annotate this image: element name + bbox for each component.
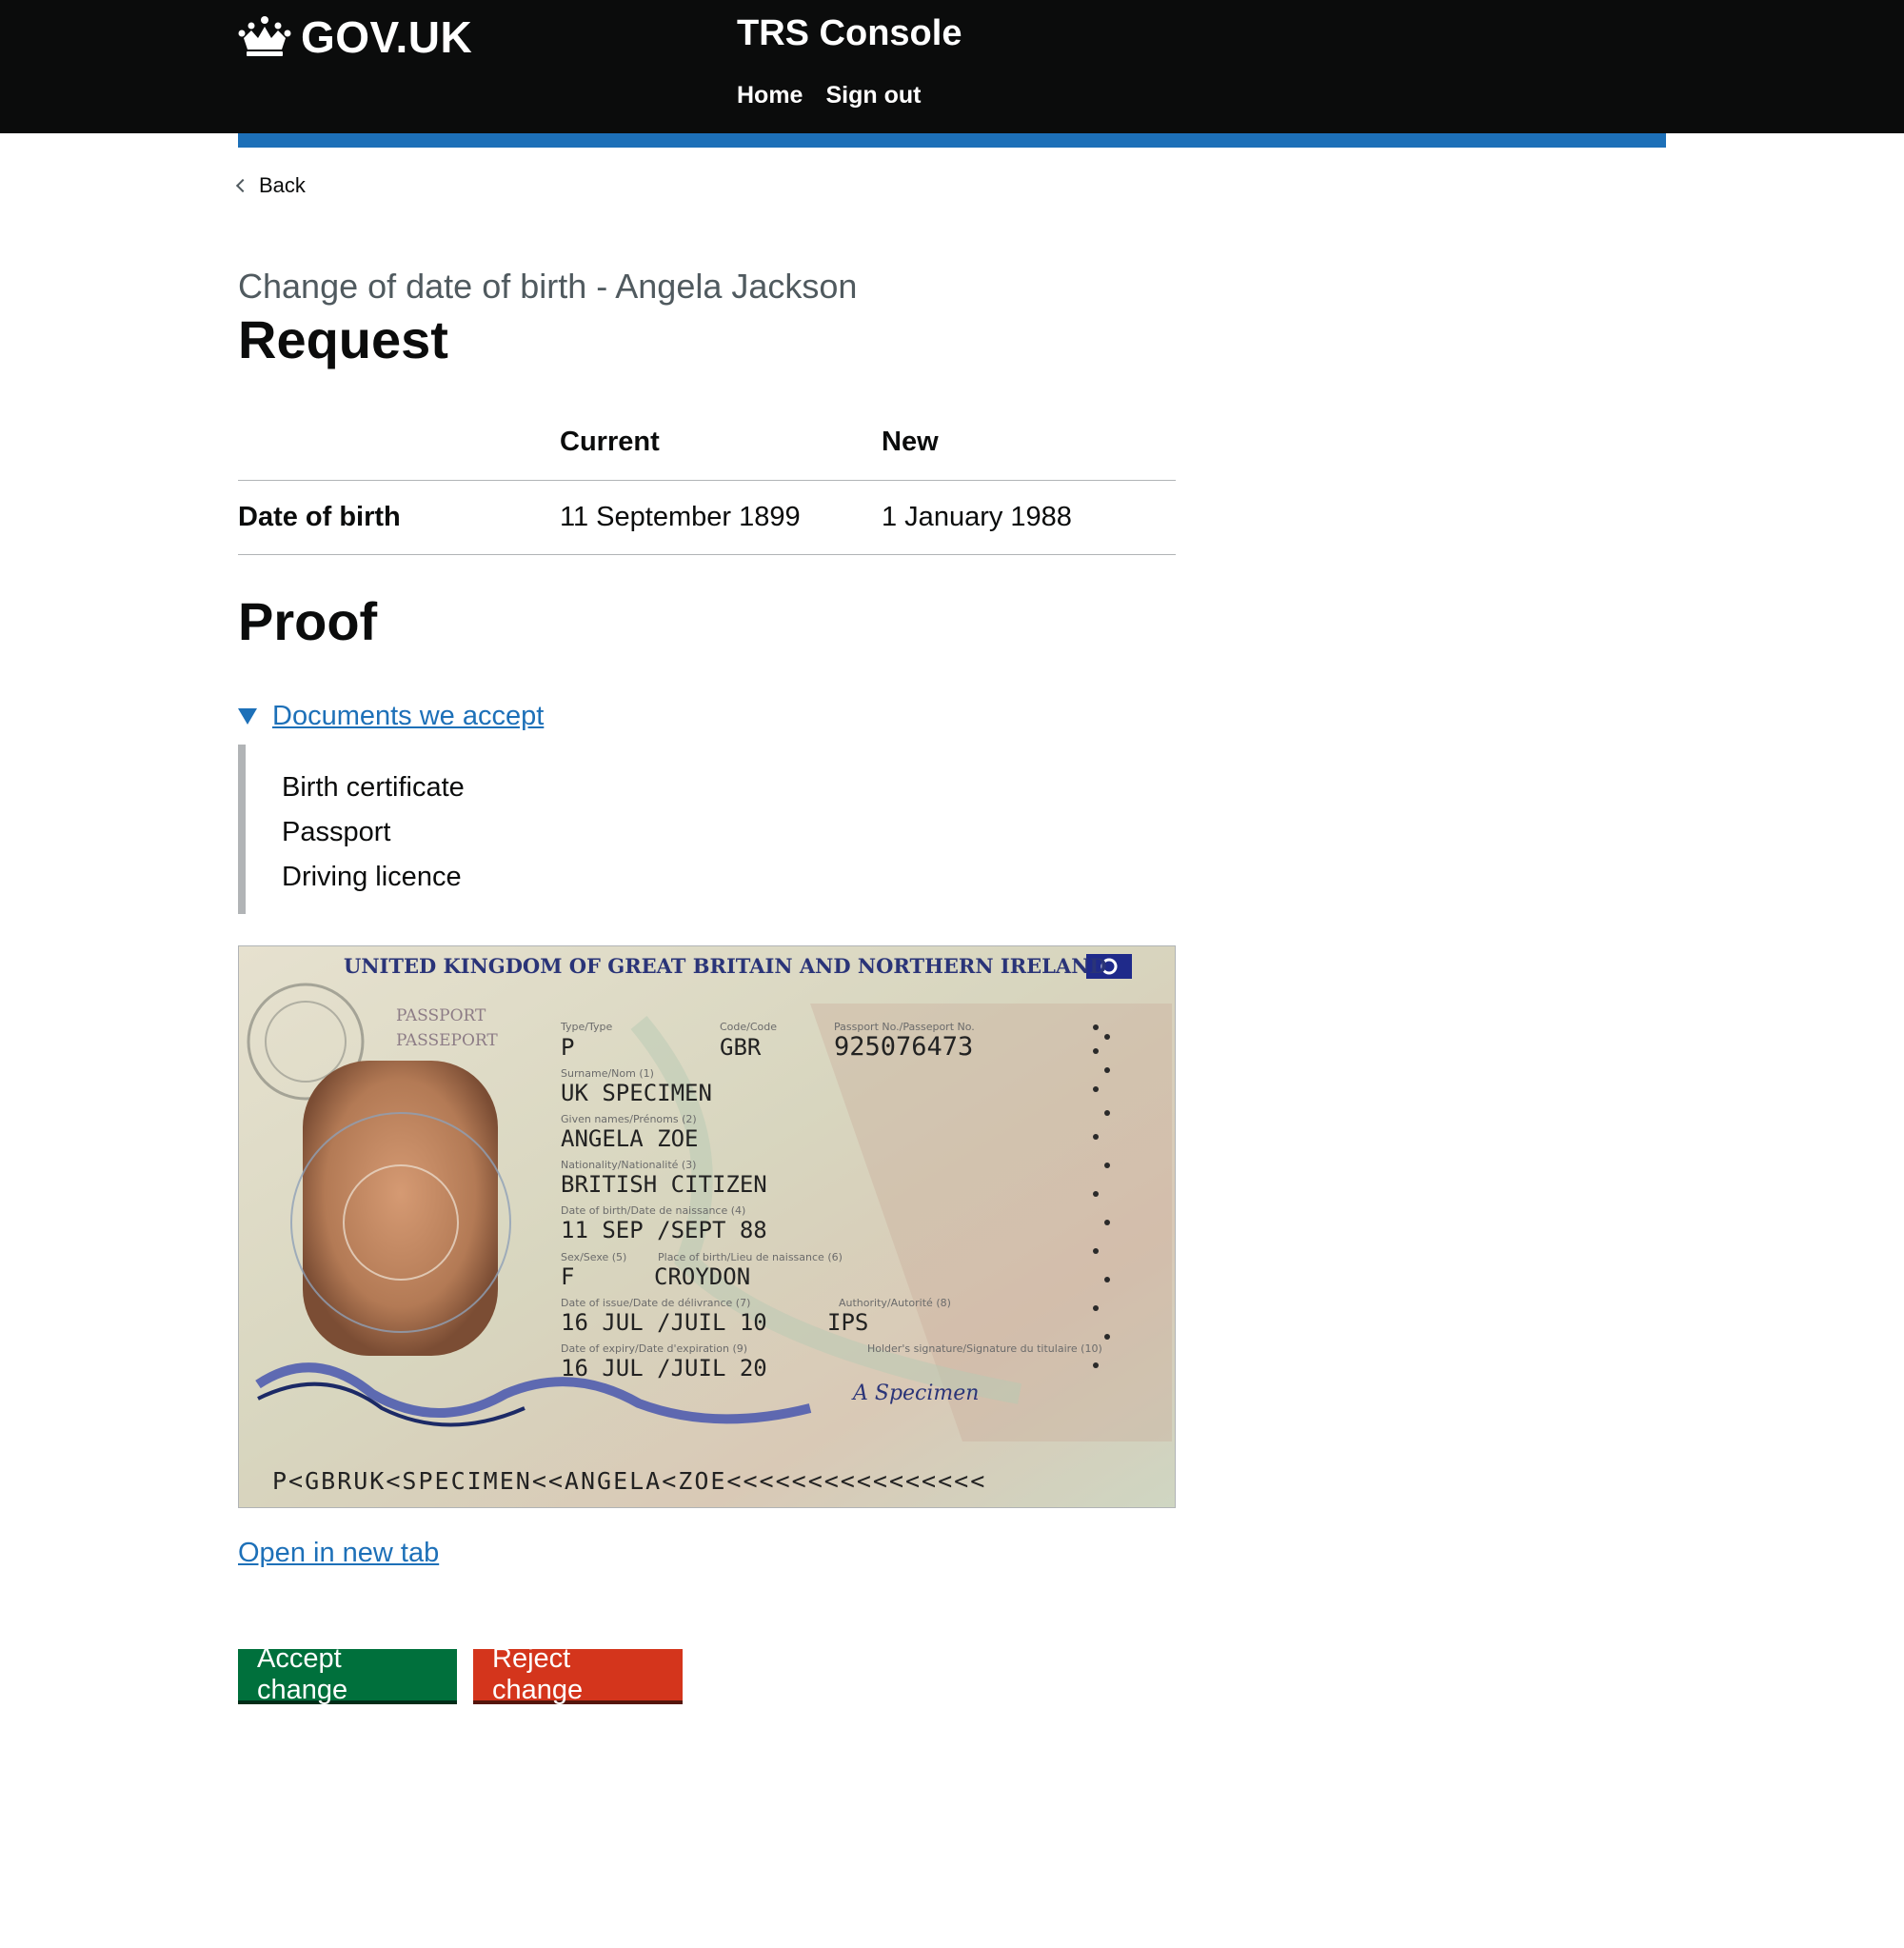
list-item: Birth certificate bbox=[282, 772, 465, 803]
dob-label: Date of birth/Date de naissance (4) bbox=[561, 1204, 745, 1217]
list-item: Passport bbox=[282, 817, 391, 847]
documents-details-body: Birth certificate Passport Driving licen… bbox=[238, 745, 465, 914]
table-header-new: New bbox=[882, 423, 1176, 481]
signature-value: A Specimen bbox=[851, 1381, 979, 1405]
given-names-label: Given names/Prénoms (2) bbox=[561, 1113, 697, 1125]
passport-header-text: UNITED KINGDOM OF GREAT BRITAIN AND NORT… bbox=[344, 954, 1107, 978]
documents-we-accept-link[interactable]: Documents we accept bbox=[272, 701, 544, 732]
place-of-birth-label: Place of birth/Lieu de naissance (6) bbox=[658, 1251, 843, 1263]
expiry-label: Date of expiry/Date d'expiration (9) bbox=[561, 1342, 747, 1355]
table-row: Date of birth 11 September 1899 1 Januar… bbox=[238, 480, 1176, 555]
nav-home-link[interactable]: Home bbox=[737, 82, 803, 109]
header-accent-bar bbox=[238, 133, 1666, 148]
crown-icon bbox=[238, 16, 291, 56]
code-label: Code/Code bbox=[720, 1021, 777, 1033]
row-current-value: 11 September 1899 bbox=[560, 480, 882, 555]
passport-image: UNITED KINGDOM OF GREAT BRITAIN AND NORT… bbox=[238, 945, 1176, 1508]
authority-label: Authority/Autorité (8) bbox=[839, 1297, 951, 1309]
accept-change-button[interactable]: Accept change bbox=[238, 1643, 457, 1705]
code-value: GBR bbox=[720, 1034, 762, 1061]
back-link-label: Back bbox=[259, 173, 306, 197]
mrz-line: P<GBRUK<SPECIMEN<<ANGELA<ZOE<<<<<<<<<<<<… bbox=[272, 1467, 986, 1495]
page-title: Request bbox=[238, 309, 448, 369]
type-label: Type/Type bbox=[560, 1021, 612, 1033]
request-table: Current New Date of birth 11 September 1… bbox=[238, 423, 1176, 555]
place-of-birth-value: CROYDON bbox=[654, 1263, 750, 1290]
sex-label: Sex/Sexe (5) bbox=[561, 1251, 626, 1263]
nationality-value: BRITISH CITIZEN bbox=[561, 1171, 767, 1198]
sex-value: F bbox=[561, 1263, 574, 1290]
dob-value: 11 SEP /SEPT 88 bbox=[561, 1217, 767, 1243]
issue-value: 16 JUL /JUIL 10 bbox=[561, 1309, 767, 1336]
authority-value: IPS bbox=[827, 1309, 868, 1336]
passport-label: PASSPORT bbox=[396, 1006, 486, 1025]
surname-label: Surname/Nom (1) bbox=[561, 1067, 654, 1080]
given-names-value: ANGELA ZOE bbox=[561, 1125, 699, 1152]
nav-sign-out-link[interactable]: Sign out bbox=[825, 82, 921, 109]
header-nav: Home Sign out bbox=[737, 82, 921, 109]
back-link[interactable]: Back bbox=[235, 173, 306, 198]
number-value: 925076473 bbox=[834, 1032, 973, 1062]
row-key: Date of birth bbox=[238, 480, 560, 555]
service-name[interactable]: TRS Console bbox=[737, 13, 962, 54]
surname-value: UK SPECIMEN bbox=[561, 1080, 712, 1106]
triangle-down-icon bbox=[238, 708, 257, 725]
open-in-new-tab-link[interactable]: Open in new tab bbox=[238, 1538, 439, 1569]
proof-heading: Proof bbox=[238, 591, 378, 651]
expiry-value: 16 JUL /JUIL 20 bbox=[561, 1355, 767, 1381]
passport-label-fr: PASSEPORT bbox=[396, 1031, 498, 1050]
reject-change-button[interactable]: Reject change bbox=[473, 1643, 683, 1705]
type-value: P bbox=[561, 1034, 574, 1061]
govuk-logo[interactable]: GOV.UK bbox=[301, 11, 472, 63]
site-header: GOV.UK TRS Console Home Sign out bbox=[0, 0, 1904, 133]
list-item: Driving licence bbox=[282, 862, 462, 892]
documents-details-summary[interactable]: Documents we accept bbox=[238, 701, 544, 732]
table-header-current: Current bbox=[560, 423, 882, 481]
row-new-value: 1 January 1988 bbox=[882, 480, 1176, 555]
table-header-empty bbox=[238, 423, 560, 481]
page-caption: Change of date of birth - Angela Jackson bbox=[238, 267, 858, 306]
chevron-left-icon bbox=[235, 178, 250, 193]
signature-label: Holder's signature/Signature du titulair… bbox=[867, 1342, 1102, 1355]
nationality-label: Nationality/Nationalité (3) bbox=[561, 1159, 696, 1171]
issue-label: Date of issue/Date de délivrance (7) bbox=[561, 1297, 750, 1309]
